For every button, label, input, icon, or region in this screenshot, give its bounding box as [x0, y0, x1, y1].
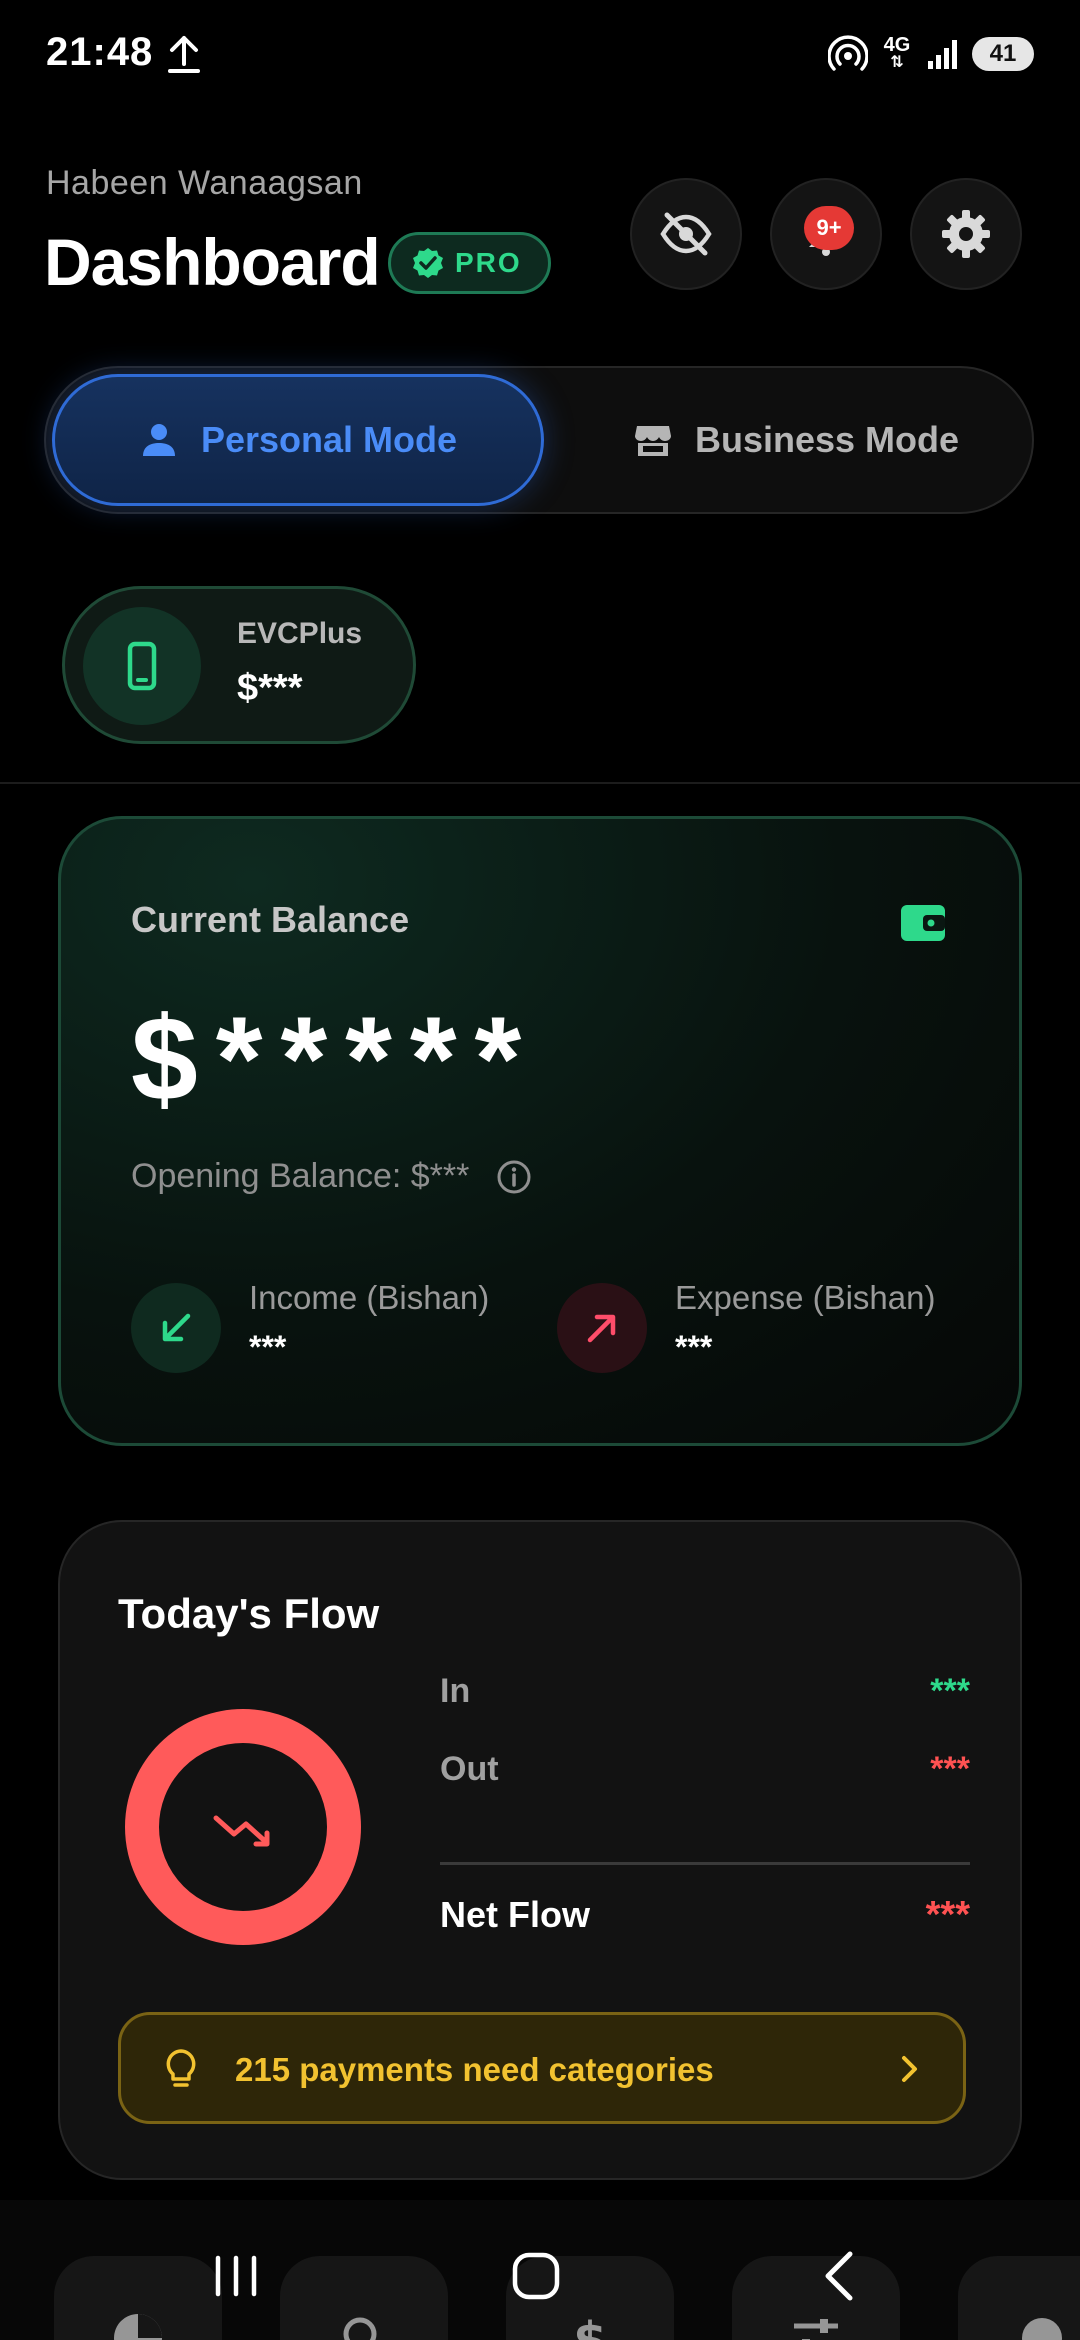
- app-screen: 21:48 4G ⇅ 41 Habeen Wanaagsan Dashboard…: [0, 0, 1080, 2340]
- status-time: 21:48: [46, 30, 154, 74]
- uncategorized-payments-alert[interactable]: 215 payments need categories: [118, 2012, 966, 2124]
- net-flow-value: ***: [925, 1894, 970, 1936]
- current-balance-amount: $*****: [131, 992, 540, 1126]
- net-flow-label: Net Flow: [440, 1894, 590, 1935]
- page-title: Dashboard: [44, 225, 381, 299]
- account-balance: $***: [237, 667, 303, 709]
- battery-icon: 41: [972, 37, 1034, 71]
- upload-icon: [168, 36, 200, 73]
- wallet-icon: [901, 905, 945, 941]
- username: Habeen Wanaagsan: [46, 164, 363, 202]
- flow-out-row: Out ***: [440, 1750, 970, 1810]
- flow-divider: [440, 1862, 970, 1865]
- personal-mode-label: Personal Mode: [200, 419, 458, 460]
- arrow-up-right-icon: [587, 1314, 616, 1343]
- expense-label: Expense (Bishan): [675, 1279, 936, 1316]
- data-arrows-icon: ⇅: [890, 54, 904, 71]
- income-value: ***: [249, 1329, 287, 1365]
- todays-flow-card: Today's Flow In *** Out *** Net Flow ***…: [58, 1520, 1022, 2180]
- balance-label: Current Balance: [131, 899, 410, 940]
- business-mode-tab[interactable]: Business Mode: [566, 374, 1026, 506]
- balance-card: Current Balance $***** Opening Balance: …: [58, 816, 1022, 1446]
- notification-count-badge: 9+: [804, 206, 854, 250]
- status-icons: 4G ⇅ 41: [828, 34, 1034, 74]
- back-icon[interactable]: [810, 2246, 870, 2306]
- trending-down-icon: [213, 1815, 269, 1845]
- flow-in-row: In ***: [440, 1672, 970, 1732]
- income-label: Income (Bishan): [249, 1279, 490, 1316]
- business-mode-label: Business Mode: [694, 419, 960, 460]
- recent-apps-icon[interactable]: [206, 2246, 266, 2306]
- verified-check-icon: [413, 248, 443, 278]
- network-label: 4G: [883, 34, 911, 56]
- alert-text: 215 payments need categories: [235, 2051, 714, 2088]
- settings-button[interactable]: [910, 178, 1022, 290]
- todays-flow-title: Today's Flow: [118, 1590, 380, 1637]
- flow-in-value: ***: [930, 1672, 970, 1710]
- section-divider: [0, 782, 1080, 784]
- phone-icon: [127, 641, 157, 691]
- pro-badge: PRO: [388, 232, 551, 294]
- expense-value: ***: [675, 1329, 713, 1365]
- personal-mode-tab[interactable]: Personal Mode: [52, 374, 544, 506]
- gear-icon: [942, 210, 990, 258]
- home-icon[interactable]: [506, 2246, 566, 2306]
- income-icon-wrap: [131, 1283, 221, 1373]
- expense-icon-wrap: [557, 1283, 647, 1373]
- account-icon-wrap: [83, 607, 201, 725]
- lightbulb-icon: [166, 2049, 196, 2087]
- signal-icon: [928, 40, 957, 69]
- flow-out-label: Out: [440, 1750, 499, 1788]
- chevron-right-icon: [902, 2056, 917, 2082]
- flow-in-label: In: [440, 1672, 471, 1710]
- opening-balance-text: Opening Balance: $***: [131, 1157, 470, 1195]
- mode-switch: Personal Mode Business Mode: [44, 366, 1034, 514]
- net-flow-row: Net Flow ***: [440, 1894, 970, 1954]
- system-nav-bar: [0, 2210, 1080, 2340]
- status-bar: 21:48 4G ⇅ 41: [0, 0, 1080, 110]
- flow-donut-chart: [125, 1709, 361, 1945]
- opening-balance: Opening Balance: $***: [131, 1157, 533, 1196]
- pro-label: PRO: [455, 247, 522, 278]
- store-icon: [634, 426, 671, 456]
- info-icon[interactable]: [495, 1158, 533, 1196]
- account-name: EVCPlus: [237, 617, 363, 650]
- eye-off-icon: [660, 212, 712, 256]
- hotspot-icon: [828, 35, 868, 71]
- account-chip-evcplus[interactable]: EVCPlus $***: [62, 586, 416, 744]
- arrow-down-left-icon: [162, 1313, 191, 1342]
- hide-balance-button[interactable]: [630, 178, 742, 290]
- person-icon: [142, 424, 175, 456]
- flow-out-value: ***: [930, 1750, 970, 1788]
- notifications-button[interactable]: 9+: [770, 178, 882, 290]
- network-type: 4G ⇅: [880, 34, 914, 72]
